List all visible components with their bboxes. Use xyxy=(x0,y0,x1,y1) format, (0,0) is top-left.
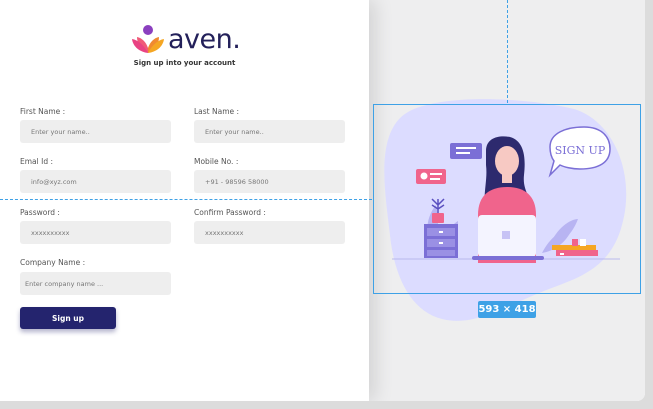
dimension-badge: 593 × 418 xyxy=(478,301,536,318)
alignment-guide-horizontal xyxy=(0,199,372,200)
last-name-input[interactable] xyxy=(194,120,345,143)
email-input[interactable] xyxy=(20,170,171,193)
selection-box[interactable] xyxy=(373,104,641,294)
alignment-guide-vertical xyxy=(507,0,508,103)
company-name-label: Company Name : xyxy=(20,258,86,267)
form-panel: aven. Sign up into your account First Na… xyxy=(0,0,369,401)
confirm-password-label: Confirm Password : xyxy=(194,208,266,217)
email-label: Emal Id : xyxy=(20,157,53,166)
confirm-password-input[interactable] xyxy=(194,221,345,244)
page-subtitle: Sign up into your account xyxy=(133,59,236,67)
brand-name: aven. xyxy=(168,23,241,55)
lotus-logo-icon xyxy=(132,25,164,53)
brand-logo: aven. xyxy=(131,22,241,56)
password-input[interactable] xyxy=(20,221,171,244)
mobile-input[interactable] xyxy=(194,170,345,193)
password-label: Password : xyxy=(20,208,60,217)
sign-up-button[interactable]: Sign up xyxy=(20,307,116,329)
last-name-label: Last Name : xyxy=(194,107,240,116)
company-name-input[interactable] xyxy=(20,272,171,295)
first-name-input[interactable] xyxy=(20,120,171,143)
mobile-label: Mobile No. : xyxy=(194,157,239,166)
first-name-label: First Name : xyxy=(20,107,66,116)
